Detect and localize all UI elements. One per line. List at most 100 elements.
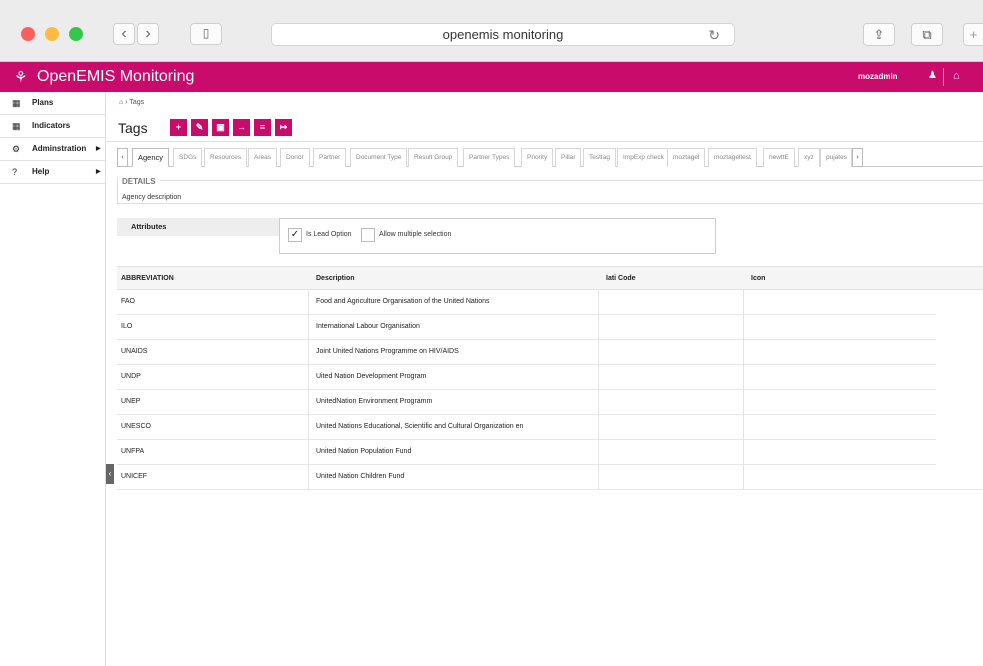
table-row[interactable]: UNDP Uited Nation Development Program	[117, 365, 936, 390]
column-divider	[743, 440, 744, 465]
tab-moztagel[interactable]: moztagel	[667, 148, 706, 167]
sidebar-item-indicators[interactable]: ▦ Indicators	[0, 115, 105, 138]
sidebar-item-plans[interactable]: ▦ Plans	[0, 92, 105, 115]
table-row[interactable]: UNFPA United Nation Population Fund	[117, 440, 936, 465]
column-divider	[743, 465, 744, 490]
is-lead-option-checkbox[interactable]: ✓	[288, 228, 302, 242]
table-row[interactable]: UNEP UnitedNation Environment Programm	[117, 390, 936, 415]
column-divider	[743, 340, 744, 365]
column-divider	[308, 415, 309, 440]
cell-iati-code	[602, 340, 606, 364]
plus-icon: +	[969, 27, 978, 42]
forward-button[interactable]: ›	[137, 23, 159, 45]
tab-pillar[interactable]: Pillar	[555, 148, 582, 167]
cell-abbreviation: UNAIDS	[121, 348, 148, 355]
app-header: ⚘ OpenEMIS Monitoring mozadmin ♟ ⌂	[0, 62, 983, 92]
tab-agency[interactable]: Agency	[132, 148, 170, 167]
tab-donor[interactable]: Donor	[280, 148, 310, 167]
import-icon: →	[237, 122, 246, 132]
tabs-prev-button[interactable]: ‹	[117, 148, 128, 167]
user-icon[interactable]: ♟	[928, 70, 937, 81]
app-title[interactable]: OpenEMIS Monitoring	[37, 68, 194, 86]
table-row[interactable]: UNAIDS Joint United Nations Programme on …	[117, 340, 936, 365]
cell-iati-code	[602, 365, 606, 389]
allow-multiple-selection-checkbox[interactable]	[361, 228, 375, 242]
gears-icon: ⚙	[12, 144, 21, 154]
table-header: ABBREVIATION Description Iati Code Icon	[117, 266, 983, 290]
column-header-abbreviation[interactable]: ABBREVIATION	[117, 267, 174, 291]
openemis-logo-icon[interactable]: ⚘	[14, 68, 27, 86]
attributes-label: Attributes	[117, 218, 279, 236]
column-divider	[598, 290, 599, 315]
help-icon: ?	[12, 167, 18, 177]
tab-pujates[interactable]: pujates	[820, 148, 852, 167]
import-button[interactable]: →	[233, 119, 250, 136]
sidebar-item-label: Adminstration	[32, 144, 87, 153]
minimize-window-button[interactable]	[45, 27, 59, 41]
column-header-iati-code[interactable]: Iati Code	[602, 267, 636, 291]
cell-icon	[747, 440, 751, 464]
trash-icon: ▣	[216, 122, 225, 132]
cell-description: Joint United Nations Programme on HIV/AI…	[316, 348, 459, 355]
cell-icon	[747, 415, 751, 439]
new-tab-button[interactable]: +	[963, 23, 983, 46]
title-divider	[107, 141, 983, 142]
tab-impexp-check[interactable]: ImpExp check	[617, 148, 670, 167]
cell-abbreviation: UNEP	[121, 398, 141, 405]
main-content: ⌂ › Tags Tags + ✎ ▣ → ≡ ↦ ‹ Agency SDGs …	[107, 92, 983, 666]
column-header-icon[interactable]: Icon	[747, 267, 765, 291]
cell-description: United Nations Educational, Scientific a…	[316, 423, 524, 430]
column-divider	[598, 415, 599, 440]
delete-button[interactable]: ▣	[212, 119, 229, 136]
tab-newtte[interactable]: newttE	[763, 148, 795, 167]
table-row[interactable]: FAO Food and Agriculture Organisation of …	[117, 290, 936, 315]
sidebar-item-help[interactable]: ? Help ▶	[0, 161, 105, 184]
list-button[interactable]: ≡	[254, 119, 271, 136]
share-button[interactable]: ⇪	[863, 23, 895, 46]
tabs-next-button[interactable]: ›	[852, 148, 863, 167]
tab-partner[interactable]: Partner	[313, 148, 347, 167]
cell-abbreviation: UNDP	[121, 373, 141, 380]
address-bar[interactable]: openemis monitoring ↻	[271, 23, 735, 46]
user-name[interactable]: mozadmin	[858, 72, 898, 81]
breadcrumb-separator: ›	[125, 99, 128, 106]
cell-description: Food and Agriculture Organisation of the…	[316, 298, 490, 305]
tab-priority[interactable]: Priority	[521, 148, 554, 167]
add-button[interactable]: +	[170, 119, 187, 136]
export-button[interactable]: ↦	[275, 119, 292, 136]
reload-icon[interactable]: ↻	[708, 24, 720, 46]
tab-areas[interactable]: Areas	[248, 148, 277, 167]
cell-description: United Nation Children Fund	[316, 473, 405, 480]
zoom-window-button[interactable]	[69, 27, 83, 41]
home-icon[interactable]: ⌂	[119, 99, 123, 106]
tab-testtag[interactable]: Testtag	[583, 148, 616, 167]
tab-document-type[interactable]: Document Type	[350, 148, 408, 167]
cell-icon	[747, 315, 751, 339]
table-icon: ▦	[12, 98, 21, 108]
close-window-button[interactable]	[21, 27, 35, 41]
table-row[interactable]: UNICEF United Nation Children Fund	[117, 465, 983, 490]
list-icon: ≡	[259, 122, 266, 132]
sidebar-item-adminstration[interactable]: ⚙ Adminstration ▶	[0, 138, 105, 161]
tab-moztageltest[interactable]: moztageltest	[708, 148, 757, 167]
chevron-left-icon: ‹	[121, 154, 124, 161]
edit-button[interactable]: ✎	[191, 119, 208, 136]
tab-sdgs[interactable]: SDGs	[173, 148, 203, 167]
cell-description: International Labour Organisation	[316, 323, 420, 330]
tab-resources[interactable]: Resources	[204, 148, 248, 167]
column-header-description[interactable]: Description	[312, 267, 355, 291]
sidebar-toggle-button[interactable]: ▯	[190, 23, 222, 45]
show-tabs-button[interactable]: ⧉	[911, 23, 943, 46]
tab-xyz[interactable]: xyz	[798, 148, 820, 167]
column-divider	[598, 390, 599, 415]
tab-result-group[interactable]: Result Group	[408, 148, 459, 167]
cell-abbreviation: UNICEF	[121, 473, 148, 480]
sidebar-item-label: Help	[32, 167, 50, 176]
home-icon[interactable]: ⌂	[953, 70, 960, 82]
attributes-box: ✓ Is Lead Option Allow multiple selectio…	[279, 218, 716, 254]
back-button[interactable]: ‹	[113, 23, 135, 45]
tab-partner-types[interactable]: Partner Types	[463, 148, 516, 167]
table-row[interactable]: ILO International Labour Organisation	[117, 315, 936, 340]
table-row[interactable]: UNESCO United Nations Educational, Scient…	[117, 415, 936, 440]
cell-iati-code	[602, 440, 606, 464]
